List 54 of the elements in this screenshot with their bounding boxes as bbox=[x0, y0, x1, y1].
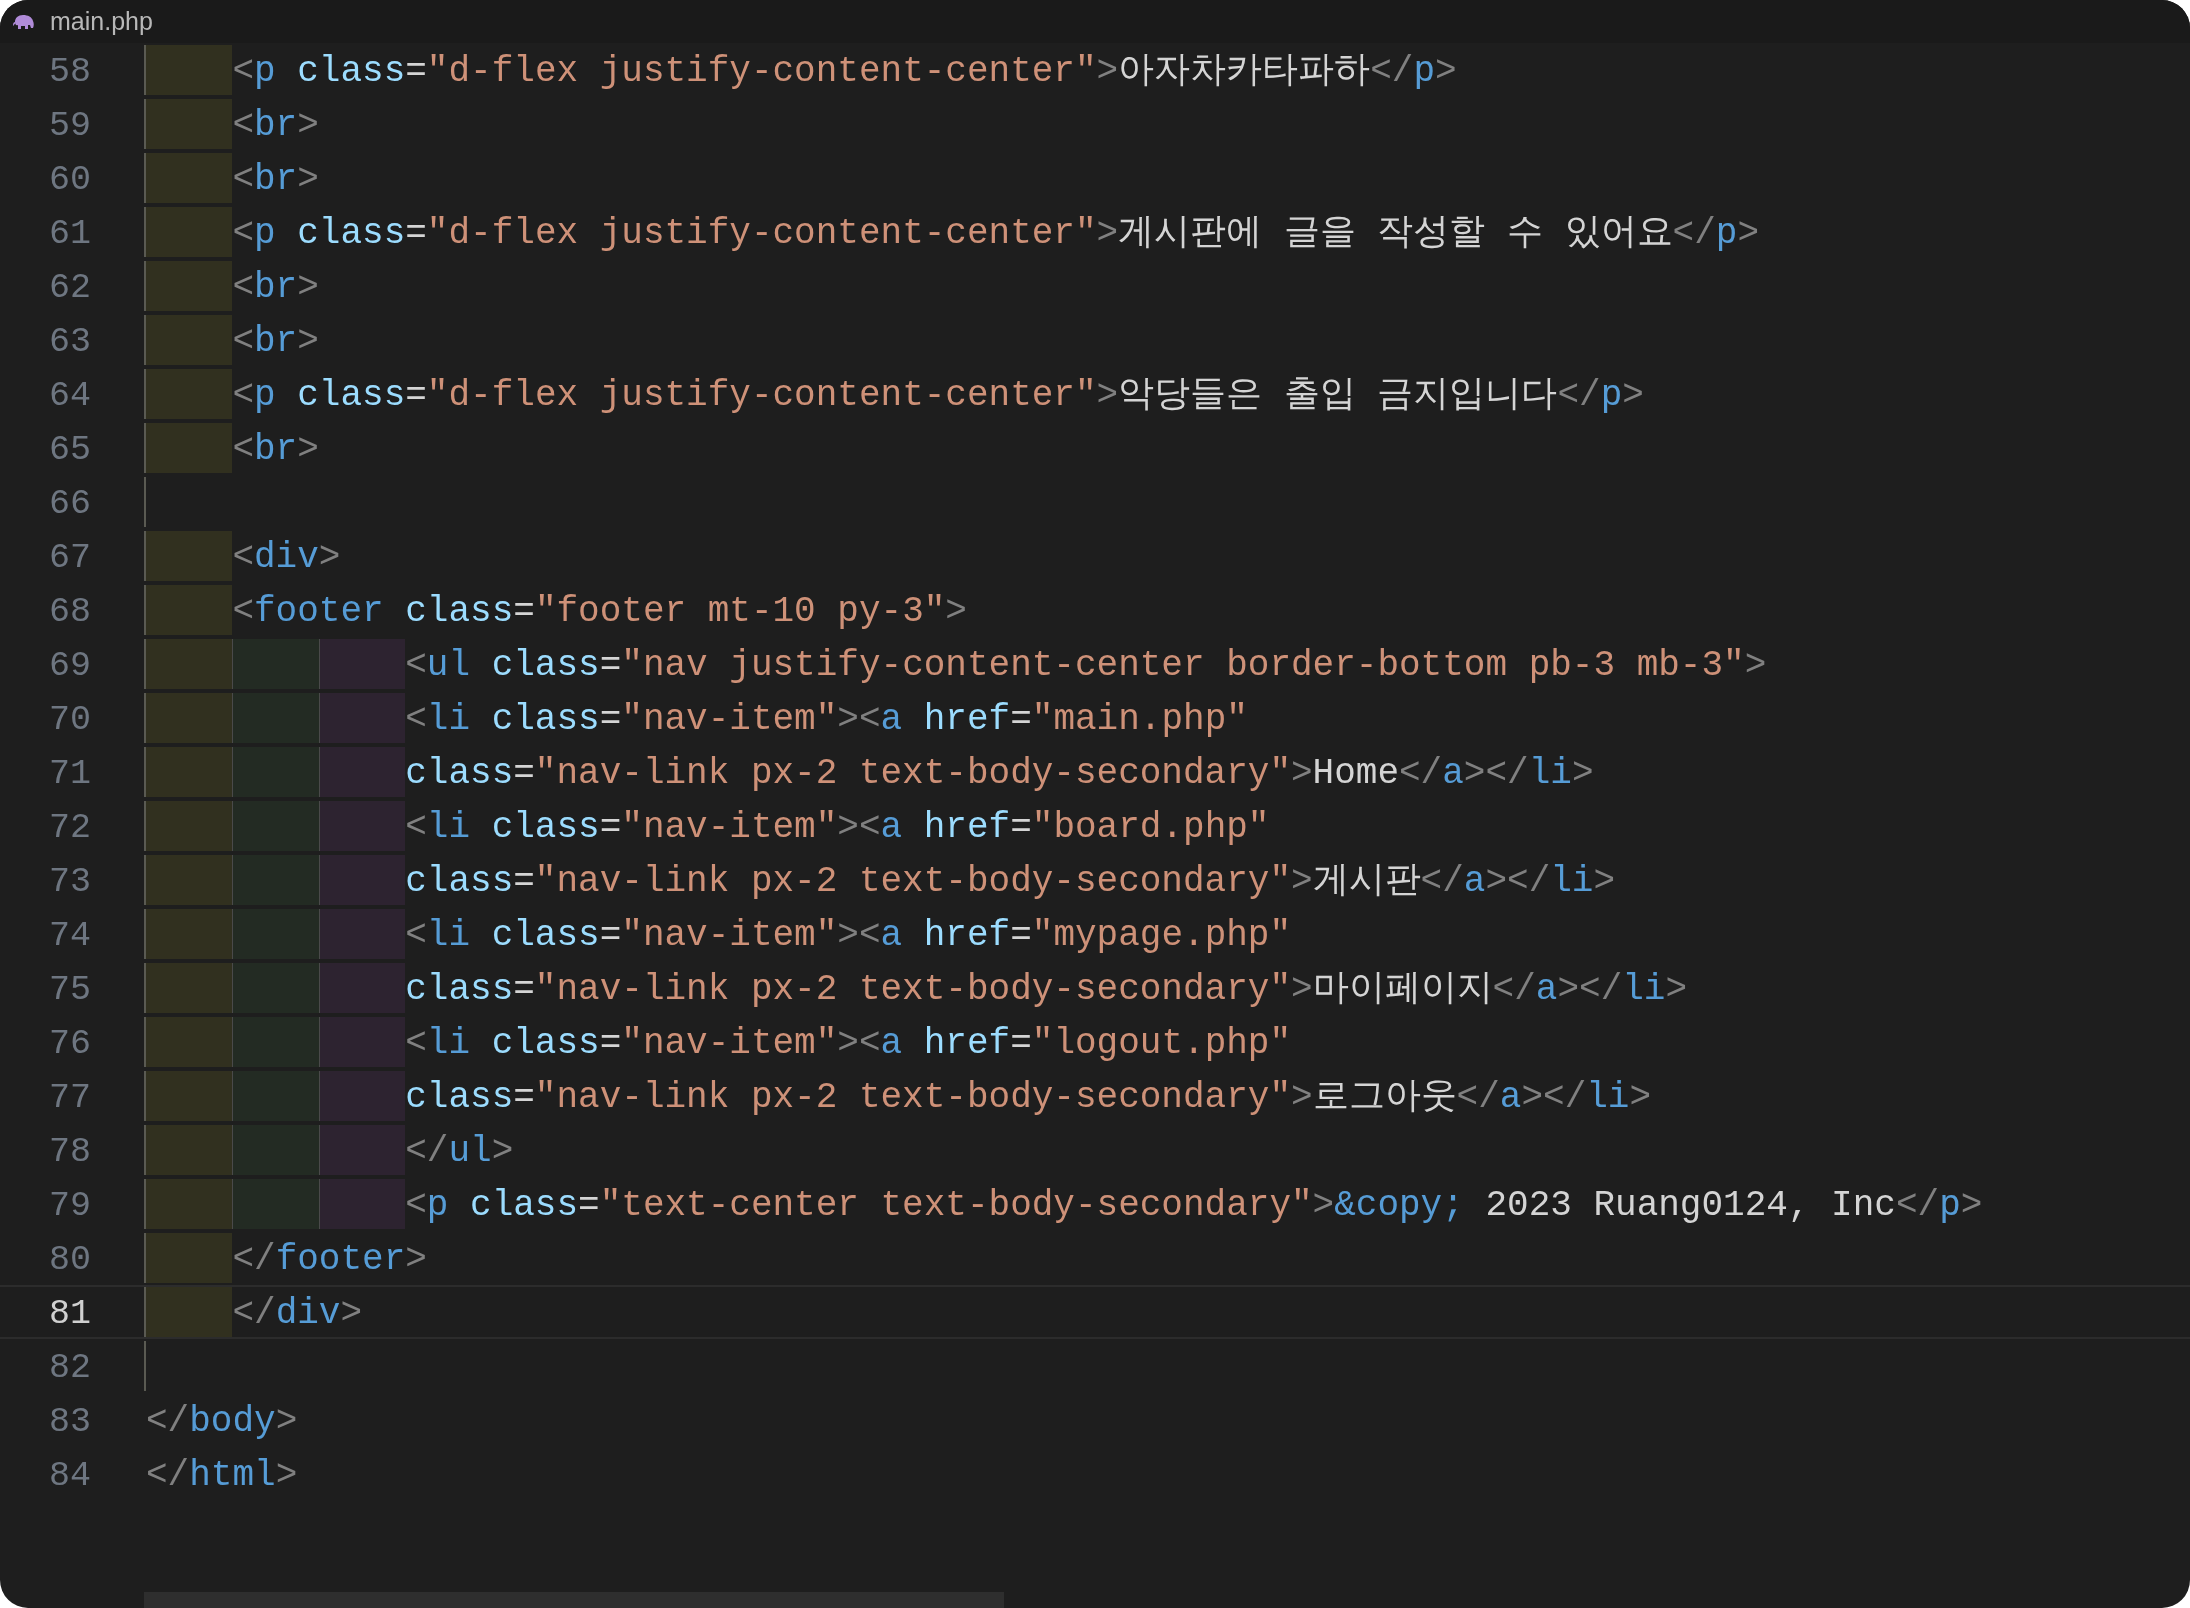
line-number: 81 bbox=[48, 1293, 92, 1336]
line-number: 79 bbox=[48, 1185, 92, 1228]
line-number: 63 bbox=[48, 321, 92, 364]
code-line: class="nav-link px-2 text-body-secondary">로그아웃</a></li> bbox=[405, 1076, 1652, 1120]
line-number: 77 bbox=[48, 1077, 92, 1120]
line-number: 78 bbox=[48, 1131, 92, 1174]
code-line: <li class="nav-item"><a href="board.php" bbox=[405, 806, 1270, 850]
code-line: </div> bbox=[232, 1292, 363, 1336]
elephant-icon bbox=[12, 12, 36, 31]
code-line: <li class="nav-item"><a href="mypage.php" bbox=[405, 914, 1292, 958]
line-number: 67 bbox=[48, 537, 92, 580]
line-number: 74 bbox=[48, 915, 92, 958]
code-line: <p class="d-flex justify-content-center">악당들은 출입 금지입니다</p> bbox=[232, 374, 1644, 418]
line-number: 71 bbox=[48, 753, 92, 796]
line-number: 59 bbox=[48, 105, 92, 148]
code-line: <br> bbox=[232, 320, 319, 364]
line-number: 68 bbox=[48, 591, 92, 634]
code-line: class="nav-link px-2 text-body-secondary">게시판</a></li> bbox=[405, 860, 1616, 904]
code-line: </body> bbox=[146, 1400, 298, 1444]
code-line: <br> bbox=[232, 266, 319, 310]
line-number: 58 bbox=[48, 51, 92, 94]
code-line: <ul class="nav justify-content-center border-bottom pb-3 mb-3"> bbox=[405, 644, 1767, 688]
code-line: <li class="nav-item"><a href="logout.php" bbox=[405, 1022, 1292, 1066]
code-line: <p class="d-flex justify-content-center">게시판에 글을 작성할 수 있어요</p> bbox=[232, 212, 1760, 256]
code-line: <br> bbox=[232, 428, 319, 472]
code-line: class="nav-link px-2 text-body-secondary">마이페이지</a></li> bbox=[405, 968, 1688, 1012]
line-number: 83 bbox=[48, 1401, 92, 1444]
code-line: <br> bbox=[232, 104, 319, 148]
code-line: <li class="nav-item"><a href="main.php" bbox=[405, 698, 1248, 742]
line-number: 76 bbox=[48, 1023, 92, 1066]
line-number: 75 bbox=[48, 969, 92, 1012]
line-number: 62 bbox=[48, 267, 92, 310]
line-number: 70 bbox=[48, 699, 92, 742]
line-number: 73 bbox=[48, 861, 92, 904]
line-number: 65 bbox=[48, 429, 92, 472]
line-number: 60 bbox=[48, 159, 92, 202]
code-line: <div> bbox=[232, 536, 341, 580]
code-line: <br> bbox=[232, 158, 319, 202]
code-line: <p class="d-flex justify-content-center">아자차카타파하</p> bbox=[232, 50, 1457, 94]
line-number: 61 bbox=[48, 213, 92, 256]
file-tab[interactable]: main.php bbox=[0, 0, 169, 43]
line-number: 69 bbox=[48, 645, 92, 688]
code-line: </footer> bbox=[232, 1238, 427, 1282]
code-line: </html> bbox=[146, 1454, 298, 1498]
code-line: <p class="text-center text-body-secondary">&copy; 2023 Ruang0124, Inc</p> bbox=[405, 1184, 1983, 1228]
code-line: class="nav-link px-2 text-body-secondary">Home</a></li> bbox=[405, 752, 1594, 796]
code-line: </ul> bbox=[405, 1130, 514, 1174]
line-number: 66 bbox=[48, 483, 92, 526]
line-number: 82 bbox=[48, 1347, 92, 1390]
line-number: 64 bbox=[48, 375, 92, 418]
line-number: 84 bbox=[48, 1455, 92, 1498]
line-number: 80 bbox=[48, 1239, 92, 1282]
code-line: <footer class="footer mt-10 py-3"> bbox=[232, 590, 967, 634]
line-number: 72 bbox=[48, 807, 92, 850]
